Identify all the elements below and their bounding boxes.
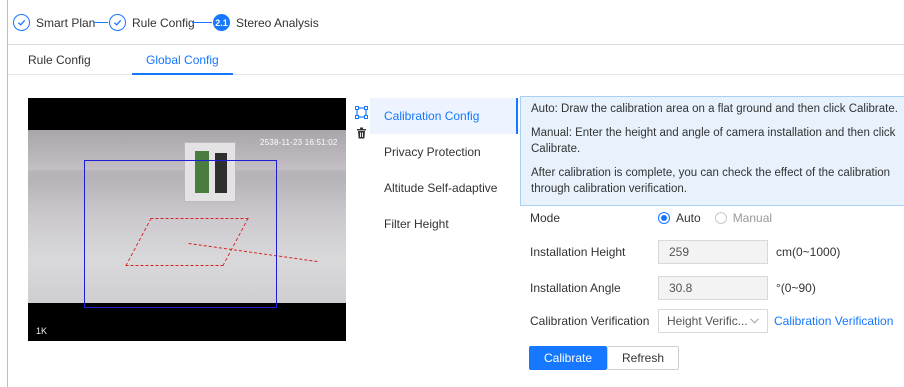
verification-type-select[interactable]: Height Verific... xyxy=(658,309,768,333)
trash-icon[interactable] xyxy=(354,126,368,140)
calibration-verification-label: Calibration Verification xyxy=(530,314,650,328)
step-stereo-analysis[interactable]: 2.1 Stereo Analysis xyxy=(213,14,319,31)
mode-radio-manual[interactable]: Manual xyxy=(714,211,772,225)
calibration-info-box: Auto: Draw the calibration area on a fla… xyxy=(520,96,904,206)
menu-item-altitude-self-adaptive[interactable]: Altitude Self-adaptive xyxy=(370,170,518,206)
calibrate-button[interactable]: Calibrate xyxy=(529,346,608,370)
installation-height-label: Installation Height xyxy=(530,245,626,259)
menu-item-privacy-protection[interactable]: Privacy Protection xyxy=(370,134,518,170)
mode-radio-auto[interactable]: Auto xyxy=(658,211,701,225)
installation-height-unit: cm(0~1000) xyxy=(776,245,841,259)
step-connector xyxy=(94,22,108,23)
radio-dot xyxy=(714,212,727,224)
calibration-verification-link[interactable]: Calibration Verification xyxy=(774,314,893,328)
refresh-button[interactable]: Refresh xyxy=(607,346,680,370)
step-wizard: Smart Plan Rule Config 2.1 Stereo Analys… xyxy=(8,0,904,45)
config-tabs: Rule Config Global Config xyxy=(8,45,904,75)
step-smart-plan[interactable]: Smart Plan xyxy=(13,14,95,31)
chevron-down-icon xyxy=(750,318,759,324)
menu-item-calibration-config[interactable]: Calibration Config xyxy=(370,98,518,134)
tab-rule-config[interactable]: Rule Config xyxy=(14,45,105,75)
info-after: After calibration is complete, you can c… xyxy=(531,167,891,195)
info-manual: Manual: Enter the height and angle of ca… xyxy=(531,127,896,155)
verification-type-value: Height Verific... xyxy=(667,314,748,328)
installation-angle-row: Installation Angle 30.8 °(0~90) xyxy=(530,276,904,300)
draw-rectangle-icon[interactable] xyxy=(354,105,368,119)
info-auto: Auto: Draw the calibration area on a fla… xyxy=(531,103,898,115)
step-rule-config[interactable]: Rule Config xyxy=(109,14,195,31)
calibration-area-rectangle[interactable] xyxy=(84,160,277,308)
mode-row: Mode Auto Manual xyxy=(530,206,904,230)
menu-item-filter-height[interactable]: Filter Height xyxy=(370,206,518,242)
global-config-menu: Calibration Config Privacy Protection Al… xyxy=(370,98,518,242)
calibration-verification-row: Calibration Verification Height Verific.… xyxy=(530,309,904,333)
page-frame: Smart Plan Rule Config 2.1 Stereo Analys… xyxy=(7,0,904,387)
tab-global-config[interactable]: Global Config xyxy=(132,45,233,75)
video-watermark: 1K xyxy=(36,326,48,336)
step-label: Stereo Analysis xyxy=(236,15,319,30)
step-label: Rule Config xyxy=(132,15,195,30)
check-icon xyxy=(109,14,126,31)
radio-dot xyxy=(658,212,670,224)
installation-height-row: Installation Height 259 cm(0~1000) xyxy=(530,240,904,264)
installation-height-input[interactable]: 259 xyxy=(658,240,768,264)
installation-angle-input[interactable]: 30.8 xyxy=(658,276,768,300)
installation-angle-unit: °(0~90) xyxy=(776,281,816,295)
check-icon xyxy=(13,14,30,31)
step-label: Smart Plan xyxy=(36,15,96,30)
video-timestamp: 2538-11-23 16:51:02 xyxy=(260,138,338,147)
step-number-badge: 2.1 xyxy=(213,14,230,31)
video-preview[interactable]: 1K 2538-11-23 16:51:02 xyxy=(28,98,346,341)
installation-angle-label: Installation Angle xyxy=(530,281,621,295)
mode-label: Mode xyxy=(530,211,561,225)
step-connector xyxy=(192,22,212,23)
